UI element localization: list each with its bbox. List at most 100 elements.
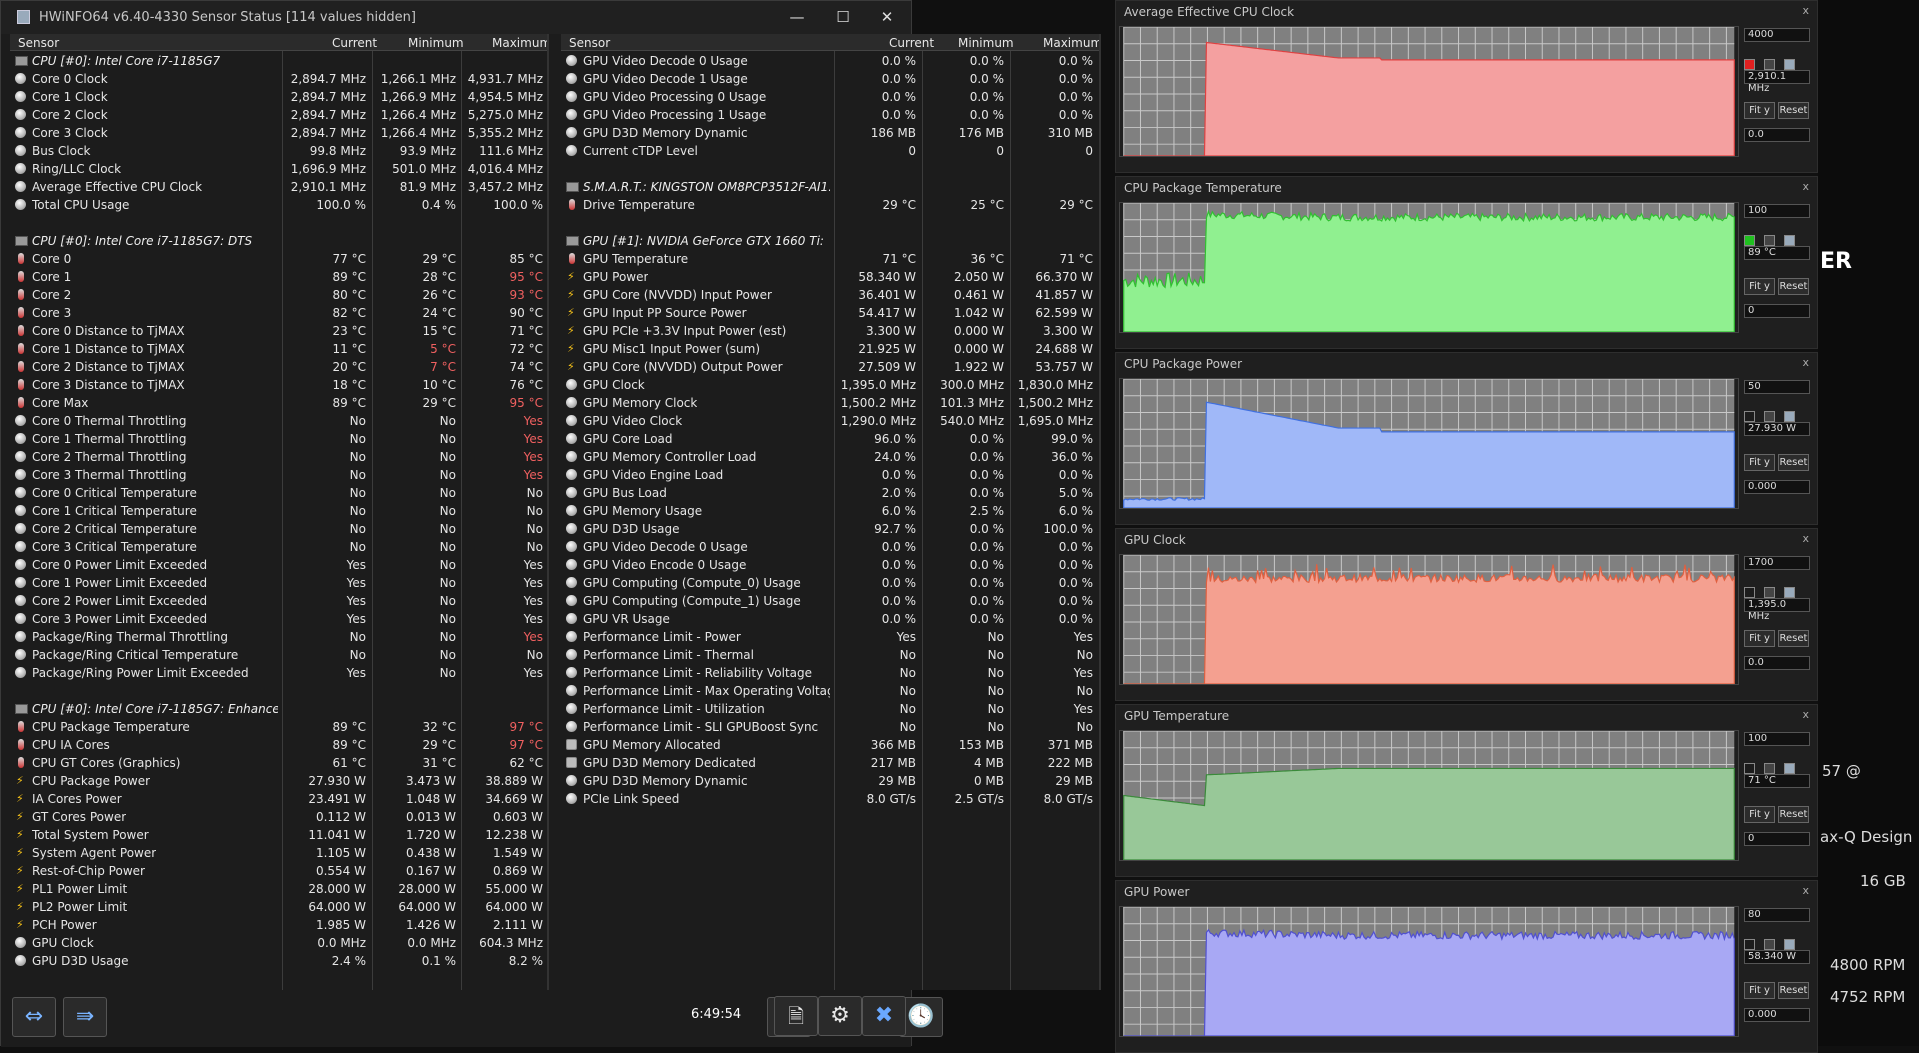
- table-row[interactable]: Core 0 Power Limit Exceeded Yes No Yes: [10, 556, 547, 574]
- table-row[interactable]: Core 1 Clock 2,894.7 MHz 1,266.9 MHz 4,954.…: [10, 88, 547, 106]
- reset-button[interactable]: Reset: [1778, 278, 1809, 295]
- table-row[interactable]: ⚡ PL2 Power Limit 64.000 W 64.000 W 64.000 W: [10, 898, 547, 916]
- table-row[interactable]: Package/Ring Power Limit Exceeded Yes No Ye…: [10, 664, 547, 682]
- graph-close-button[interactable]: x: [1802, 532, 1809, 545]
- color-swatch-3[interactable]: [1784, 587, 1795, 598]
- table-row[interactable]: GPU Video Encode 0 Usage 0.0 % 0.0 % 0.0 %: [561, 556, 1099, 574]
- table-row[interactable]: Core 0 Thermal Throttling No No Yes: [10, 412, 547, 430]
- table-row[interactable]: Core 2 Power Limit Exceeded Yes No Yes: [10, 592, 547, 610]
- table-row[interactable]: CPU IA Cores 89 °C 29 °C 97 °C: [10, 736, 547, 754]
- reset-button[interactable]: Reset: [1778, 102, 1809, 119]
- sensor-group-header[interactable]: CPU [#0]: Intel Core i7-1185G7: [10, 52, 547, 70]
- graph-max-input[interactable]: 100: [1744, 204, 1810, 218]
- color-swatch[interactable]: [1744, 763, 1755, 774]
- right-sensor-table[interactable]: Sensor Current Minimum Maximum GPU Video…: [561, 34, 1101, 990]
- graph-panel[interactable]: CPU Package Power x 50 27.930 W Fit y Re…: [1115, 352, 1818, 525]
- table-row[interactable]: Performance Limit - SLI GPUBoost Sync No N…: [561, 718, 1099, 736]
- graph-close-button[interactable]: x: [1802, 356, 1809, 369]
- table-row[interactable]: GPU Video Processing 1 Usage 0.0 % 0.0 % 0.…: [561, 106, 1099, 124]
- table-row[interactable]: GPU D3D Memory Dedicated 217 MB 4 MB 222 MB: [561, 754, 1099, 772]
- color-swatch-2[interactable]: [1764, 411, 1775, 422]
- close-button[interactable]: ✕: [864, 5, 910, 29]
- color-swatch[interactable]: [1744, 411, 1755, 422]
- table-row[interactable]: GPU D3D Memory Dynamic 29 MB 0 MB 29 MB: [561, 772, 1099, 790]
- table-row[interactable]: Core 3 Critical Temperature No No No: [10, 538, 547, 556]
- table-row[interactable]: Core 0 77 °C 29 °C 85 °C: [10, 250, 547, 268]
- graph-max-input[interactable]: 100: [1744, 732, 1810, 746]
- col-current[interactable]: Current: [889, 36, 934, 50]
- table-row[interactable]: Total CPU Usage 100.0 % 0.4 % 100.0 %: [10, 196, 547, 214]
- table-row[interactable]: ⚡ Rest-of-Chip Power 0.554 W 0.167 W 0.869 W: [10, 862, 547, 880]
- table-row[interactable]: Core 0 Clock 2,894.7 MHz 1,266.1 MHz 4,931.…: [10, 70, 547, 88]
- table-row[interactable]: GPU Bus Load 2.0 % 0.0 % 5.0 %: [561, 484, 1099, 502]
- table-row[interactable]: GPU D3D Usage 2.4 % 0.1 % 8.2 %: [10, 952, 547, 970]
- table-row[interactable]: Performance Limit - Reliability Voltage N…: [561, 664, 1099, 682]
- table-row[interactable]: GPU D3D Usage 92.7 % 0.0 % 100.0 %: [561, 520, 1099, 538]
- table-row[interactable]: GPU Temperature 71 °C 36 °C 71 °C: [561, 250, 1099, 268]
- table-row[interactable]: Performance Limit - Power Yes No Yes: [561, 628, 1099, 646]
- reset-button[interactable]: Reset: [1778, 630, 1809, 647]
- graph-max-input[interactable]: 1700: [1744, 556, 1810, 570]
- table-row[interactable]: PCIe Link Speed 8.0 GT/s 2.5 GT/s 8.0 GT/s: [561, 790, 1099, 808]
- table-row[interactable]: GPU Video Engine Load 0.0 % 0.0 % 0.0 %: [561, 466, 1099, 484]
- maximize-button[interactable]: ☐: [820, 5, 866, 29]
- table-row[interactable]: ⚡ GPU Power 58.340 W 2.050 W 66.370 W: [561, 268, 1099, 286]
- table-row[interactable]: Core 2 Distance to TjMAX 20 °C 7 °C 74 °C: [10, 358, 547, 376]
- graph-panel[interactable]: GPU Power x 80 58.340 W Fit y Reset 0.00…: [1115, 880, 1818, 1053]
- table-row[interactable]: GPU Computing (Compute_0) Usage 0.0 % 0.0 …: [561, 574, 1099, 592]
- table-row[interactable]: GPU Computing (Compute_1) Usage 0.0 % 0.0 …: [561, 592, 1099, 610]
- table-row[interactable]: ⚡ CPU Package Power 27.930 W 3.473 W 38.889 …: [10, 772, 547, 790]
- col-sensor[interactable]: Sensor: [569, 36, 610, 50]
- graph-max-input[interactable]: 4000: [1744, 28, 1810, 42]
- table-row[interactable]: ⚡ PL1 Power Limit 28.000 W 28.000 W 55.000 W: [10, 880, 547, 898]
- table-row[interactable]: Current cTDP Level 0 0 0: [561, 142, 1099, 160]
- col-sensor[interactable]: Sensor: [18, 36, 59, 50]
- table-row[interactable]: ⚡ Total System Power 11.041 W 1.720 W 12.238…: [10, 826, 547, 844]
- graph-panel[interactable]: CPU Package Temperature x 100 89 °C Fit …: [1115, 176, 1818, 349]
- col-maximum[interactable]: Maximum: [1043, 36, 1099, 50]
- fit-y-button[interactable]: Fit y: [1744, 454, 1775, 471]
- table-row[interactable]: Core 0 Critical Temperature No No No: [10, 484, 547, 502]
- graph-close-button[interactable]: x: [1802, 4, 1809, 17]
- fit-y-button[interactable]: Fit y: [1744, 982, 1775, 999]
- table-row[interactable]: Bus Clock 99.8 MHz 93.9 MHz 111.6 MHz: [10, 142, 547, 160]
- left-sensor-table[interactable]: Sensor Current Minimum Maximum CPU [#0]:…: [10, 34, 549, 990]
- table-row[interactable]: GPU Core Load 96.0 % 0.0 % 99.0 %: [561, 430, 1099, 448]
- color-swatch-2[interactable]: [1764, 587, 1775, 598]
- table-header[interactable]: Sensor Current Minimum Maximum: [10, 34, 547, 51]
- graph-min-input[interactable]: 0.0: [1744, 128, 1810, 142]
- sensor-group-header[interactable]: GPU [#1]: NVIDIA GeForce GTX 1660 Ti:: [561, 232, 1099, 250]
- table-row[interactable]: GPU D3D Memory Dynamic 186 MB 176 MB 310 MB: [561, 124, 1099, 142]
- table-row[interactable]: Core 2 Clock 2,894.7 MHz 1,266.4 MHz 5,275.…: [10, 106, 547, 124]
- table-row[interactable]: Performance Limit - Max Operating Voltag…: [561, 682, 1099, 700]
- table-row[interactable]: GPU Memory Usage 6.0 % 2.5 % 6.0 %: [561, 502, 1099, 520]
- table-row[interactable]: Core 3 82 °C 24 °C 90 °C: [10, 304, 547, 322]
- fit-y-button[interactable]: Fit y: [1744, 278, 1775, 295]
- fit-y-button[interactable]: Fit y: [1744, 630, 1775, 647]
- close-app-button[interactable]: ✖: [862, 996, 906, 1036]
- table-row[interactable]: Core 3 Clock 2,894.7 MHz 1,266.4 MHz 5,355.…: [10, 124, 547, 142]
- table-row[interactable]: GPU Clock 1,395.0 MHz 300.0 MHz 1,830.0 MHz: [561, 376, 1099, 394]
- graph-min-input[interactable]: 0.000: [1744, 480, 1810, 494]
- table-row[interactable]: GPU VR Usage 0.0 % 0.0 % 0.0 %: [561, 610, 1099, 628]
- collapse-left-button[interactable]: ⇔: [12, 997, 56, 1037]
- table-row[interactable]: GPU Video Decode 0 Usage 0.0 % 0.0 % 0.0 %: [561, 52, 1099, 70]
- table-row[interactable]: Core 3 Thermal Throttling No No Yes: [10, 466, 547, 484]
- table-row[interactable]: Core 0 Distance to TjMAX 23 °C 15 °C 71 °C: [10, 322, 547, 340]
- table-row[interactable]: ⚡ PCH Power 1.985 W 1.426 W 2.111 W: [10, 916, 547, 934]
- graph-panel[interactable]: Average Effective CPU Clock x 4000 2,910…: [1115, 0, 1818, 173]
- color-swatch-2[interactable]: [1764, 763, 1775, 774]
- color-swatch-3[interactable]: [1784, 939, 1795, 950]
- table-row[interactable]: ⚡ System Agent Power 1.105 W 0.438 W 1.549 W: [10, 844, 547, 862]
- table-row[interactable]: Package/Ring Critical Temperature No No No: [10, 646, 547, 664]
- table-row[interactable]: GPU Memory Allocated 366 MB 153 MB 371 MB: [561, 736, 1099, 754]
- table-row[interactable]: CPU GT Cores (Graphics) 61 °C 31 °C 62 °C: [10, 754, 547, 772]
- color-swatch[interactable]: [1744, 59, 1755, 70]
- table-row[interactable]: Core 2 Critical Temperature No No No: [10, 520, 547, 538]
- table-row[interactable]: Core 1 Distance to TjMAX 11 °C 5 °C 72 °C: [10, 340, 547, 358]
- graph-min-input[interactable]: 0.000: [1744, 1008, 1810, 1022]
- color-swatch[interactable]: [1744, 587, 1755, 598]
- reset-button[interactable]: Reset: [1778, 982, 1809, 999]
- table-row[interactable]: CPU Package Temperature 89 °C 32 °C 97 °C: [10, 718, 547, 736]
- table-row[interactable]: Core 2 80 °C 26 °C 93 °C: [10, 286, 547, 304]
